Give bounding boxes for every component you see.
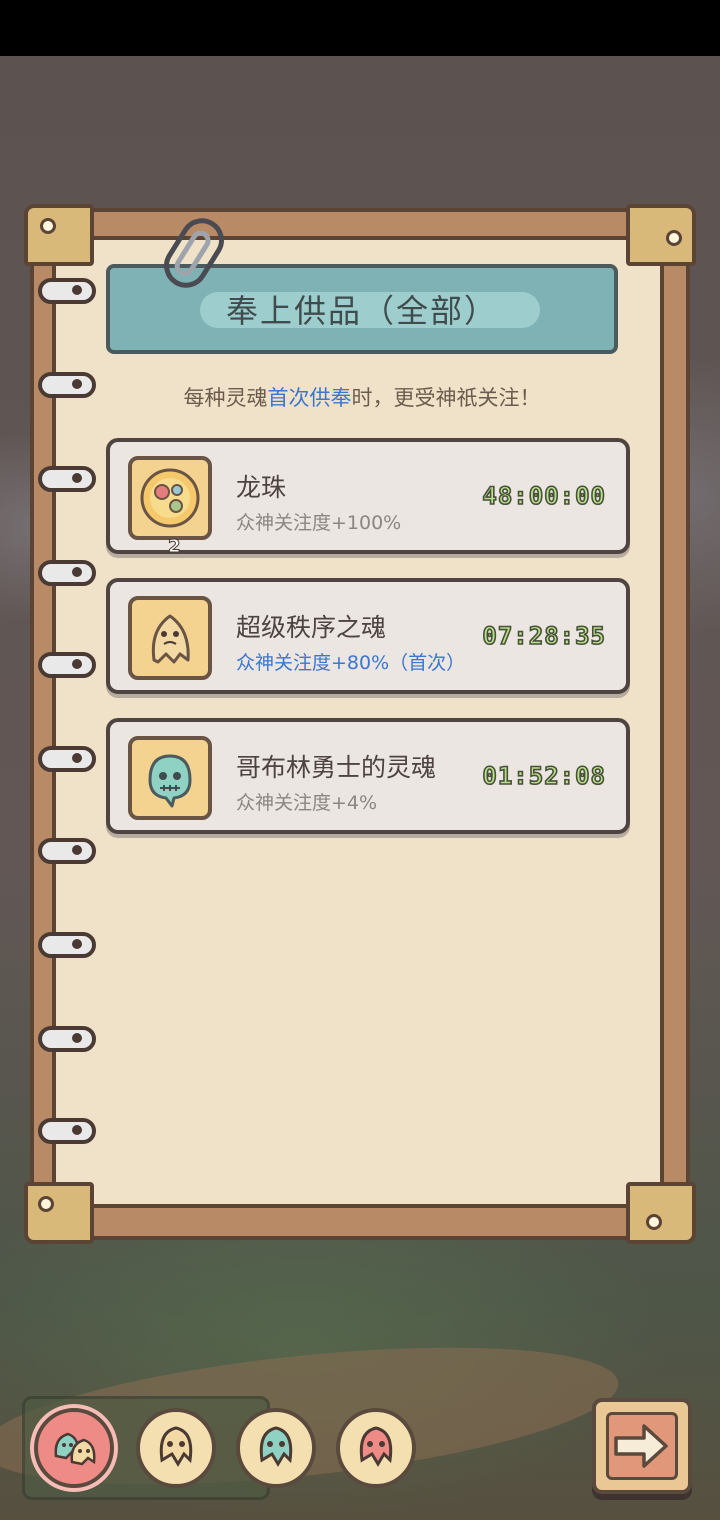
subtitle-text-end: 时，更受神祇关注！ (351, 386, 541, 410)
goblin-soul-icon (128, 736, 212, 820)
order-soul-icon (128, 596, 212, 680)
item-name: 哥布林勇士的灵魂 (236, 753, 437, 782)
dragon-orb-icon: 2 (128, 456, 212, 558)
arrow-right-icon (614, 1424, 668, 1468)
all-souls-icon (54, 1432, 96, 1466)
spiral-ring (38, 466, 96, 492)
yellow-soul-icon (159, 1426, 193, 1467)
subtitle-text: 每种灵魂 (183, 386, 268, 410)
corner-bracket-top-left (24, 204, 94, 266)
corner-bracket-top-right (626, 204, 696, 266)
spiral-ring (38, 1118, 96, 1144)
item-name: 超级秩序之魂 (236, 613, 387, 642)
spiral-ring (38, 932, 96, 958)
spiral-ring (38, 278, 96, 304)
item-bonus: 众神关注度+80%（首次） (236, 652, 466, 674)
teal-soul-icon (259, 1426, 293, 1467)
status-bar (0, 0, 720, 56)
item-timer: 07:28:35 (482, 621, 606, 651)
dialog-title: 奉上供品（全部） (225, 292, 498, 330)
offering-row-order-soul[interactable]: 超级秩序之魂 众神关注度+80%（首次） 07:28:35 (106, 578, 630, 694)
spiral-ring (38, 372, 96, 398)
tab-teal-souls[interactable] (236, 1408, 316, 1488)
spiral-ring (38, 1026, 96, 1052)
item-name: 龙珠 (236, 473, 287, 502)
spiral-ring (38, 560, 96, 586)
tab-red-souls[interactable] (336, 1408, 416, 1488)
spiral-ring (38, 746, 96, 772)
item-count: 2 (168, 536, 181, 558)
offering-row-dragon-orb[interactable]: 2 龙珠 众神关注度+100% 48:00:00 (106, 438, 630, 558)
subtitle-highlight: 首次供奉 (267, 386, 352, 410)
next-button[interactable] (592, 1398, 692, 1494)
item-timer: 48:00:00 (482, 481, 606, 511)
item-timer: 01:52:08 (482, 761, 606, 791)
offering-row-goblin-soul[interactable]: 哥布林勇士的灵魂 众神关注度+4% 01:52:08 (106, 718, 630, 834)
item-bonus: 众神关注度+4% (236, 792, 378, 814)
red-soul-icon (359, 1426, 393, 1467)
tab-all-souls[interactable] (34, 1408, 114, 1488)
item-bonus: 众神关注度+100% (236, 512, 402, 534)
spiral-ring (38, 652, 96, 678)
corner-bracket-bottom-left (24, 1182, 94, 1244)
dialog-subtitle: 每种灵魂首次供奉时，更受神祇关注！ (106, 382, 618, 412)
corner-bracket-bottom-right (626, 1182, 696, 1244)
tab-yellow-souls[interactable] (136, 1408, 216, 1488)
spiral-ring (38, 838, 96, 864)
